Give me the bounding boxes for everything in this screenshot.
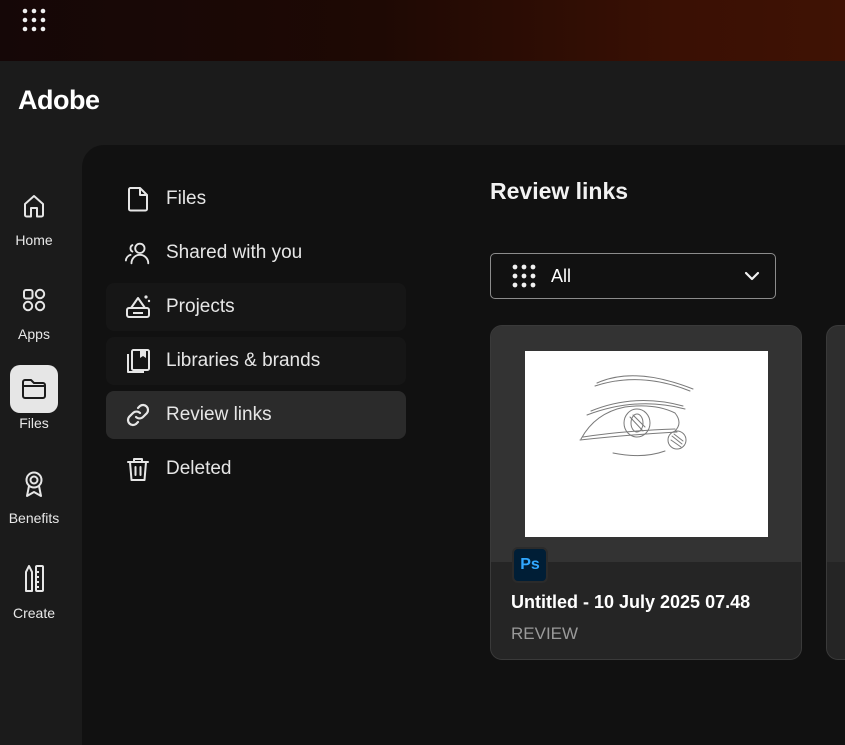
card-thumbnail xyxy=(491,326,801,562)
sketch-thumbnail xyxy=(525,351,768,537)
sidebar-item-projects[interactable]: Projects xyxy=(106,283,406,331)
folder-icon xyxy=(10,365,58,413)
filter-dropdown[interactable]: All xyxy=(490,253,776,299)
award-icon xyxy=(10,460,58,508)
card-info xyxy=(827,562,845,659)
rail-label: Benefits xyxy=(8,510,60,526)
rail-item-benefits[interactable]: Benefits xyxy=(0,460,68,526)
trash-icon xyxy=(124,455,152,483)
users-icon xyxy=(124,239,152,267)
card-subtitle: REVIEW xyxy=(511,624,579,643)
apps-icon xyxy=(10,276,58,324)
chevron-down-icon xyxy=(744,271,760,281)
libraries-icon xyxy=(124,347,152,375)
rail-item-create[interactable]: Create xyxy=(0,555,68,621)
card-title: Untitled - 10 July 2025 07.48 xyxy=(511,592,751,612)
pencil-ruler-icon xyxy=(10,555,58,603)
sidebar-item-deleted[interactable]: Deleted xyxy=(106,445,406,493)
photoshop-app-badge: Ps xyxy=(512,547,548,583)
review-link-card[interactable]: Ps Untitled - 10 July 2025 07.48 REVIEW xyxy=(490,325,802,660)
sidebar-item-files[interactable]: Files xyxy=(106,175,406,223)
header: Adobe xyxy=(0,61,845,145)
left-rail: Home Apps Files Benefits Create xyxy=(0,145,82,727)
sidebar-item-shared[interactable]: Shared with you xyxy=(106,229,406,277)
rail-label: Apps xyxy=(18,326,50,342)
rail-label: Home xyxy=(15,232,53,248)
sidebar-item-label: Files xyxy=(166,188,207,209)
file-icon xyxy=(124,185,152,213)
rail-item-home[interactable]: Home xyxy=(0,182,68,248)
filter-selected: All xyxy=(551,265,572,286)
rail-label: Files xyxy=(19,415,49,431)
rail-label: Create xyxy=(12,605,56,621)
grid-icon xyxy=(512,264,536,288)
sidebar-item-review-links[interactable]: Review links xyxy=(106,391,406,439)
adobe-logo[interactable]: Adobe xyxy=(18,85,100,116)
sidebar-item-label: Projects xyxy=(166,296,235,317)
projects-icon xyxy=(124,293,152,321)
sidebar-item-libraries[interactable]: Libraries & brands xyxy=(106,337,406,385)
files-panel: Files Shared with you Projects Libraries… xyxy=(82,145,845,745)
sidebar-item-label: Libraries & brands xyxy=(166,350,321,371)
rail-item-files[interactable]: Files xyxy=(0,365,68,431)
review-link-card-partial[interactable] xyxy=(826,325,845,660)
app-switcher-icon[interactable] xyxy=(20,6,48,34)
sidebar-item-label: Shared with you xyxy=(166,242,303,263)
page-title: Review links xyxy=(490,178,629,204)
sidebar-item-label: Review links xyxy=(166,404,272,425)
rail-item-apps[interactable]: Apps xyxy=(0,276,68,342)
home-icon xyxy=(10,182,58,230)
sidebar-item-label: Deleted xyxy=(166,458,232,479)
link-icon xyxy=(124,401,152,429)
top-bar xyxy=(0,0,845,61)
